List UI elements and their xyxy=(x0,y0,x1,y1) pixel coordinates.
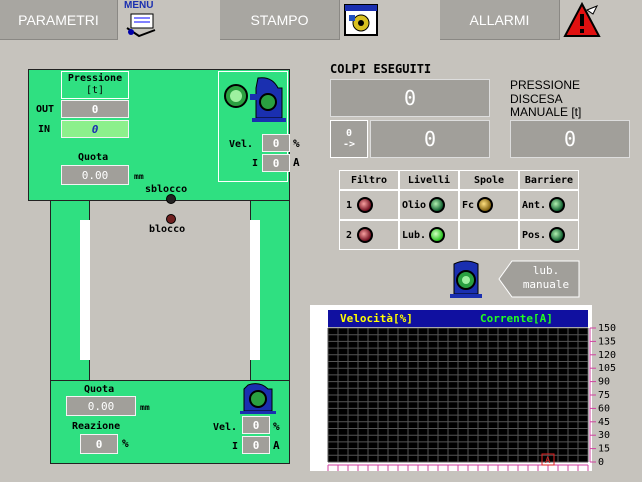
allarmi-button[interactable]: ALLARMI xyxy=(440,0,560,40)
pressione-label: Pressione xyxy=(67,73,123,84)
filtro-2-cell: 2 xyxy=(339,220,399,250)
y-tick-label: 60 xyxy=(598,403,610,414)
vel-unit: % xyxy=(293,137,300,150)
olio-led xyxy=(429,197,446,213)
lub-manuale-line1: lub. xyxy=(532,264,560,277)
stampo-icon-button[interactable] xyxy=(341,0,381,40)
pressione-discesa-field[interactable]: 0 xyxy=(510,120,630,158)
allarmi-icon-button[interactable] xyxy=(561,0,603,40)
lower-quota-unit: mm xyxy=(140,403,150,412)
in-label: IN xyxy=(38,124,51,135)
chart-svg: 1501351201059075604530150A xyxy=(327,323,616,471)
parametri-button[interactable]: PARAMETRI xyxy=(0,0,118,40)
lower-vel-unit: % xyxy=(273,420,280,433)
olio-cell: Olio xyxy=(399,190,459,220)
sblocco-label: sblocco xyxy=(145,184,188,195)
reazione-field: 0 xyxy=(80,434,118,454)
fc-label: Fc xyxy=(462,199,475,211)
pressione-discesa-line1: PRESSIONE xyxy=(510,78,581,92)
pos-label: Pos. xyxy=(522,229,547,241)
y-tick-label: 45 xyxy=(598,417,610,428)
right-guide xyxy=(250,220,260,360)
reazione-unit: % xyxy=(122,437,129,450)
y-tick-label: 105 xyxy=(598,363,616,374)
filtro-1-led xyxy=(357,197,374,213)
header-filtro: Filtro xyxy=(339,170,399,190)
olio-label: Olio xyxy=(402,199,427,211)
lower-motor-icon xyxy=(240,383,276,414)
pressione-unit: [t] xyxy=(85,85,105,96)
lower-quota-field: 0.00 xyxy=(66,396,136,416)
vel-label: Vel. xyxy=(229,139,254,150)
lub-pump-icon xyxy=(450,260,482,298)
chart-marker-label: A xyxy=(545,456,551,466)
y-tick-label: 0 xyxy=(598,457,604,468)
stampo-icon xyxy=(344,4,378,36)
y-tick-label: 90 xyxy=(598,377,610,388)
y-tick-label: 150 xyxy=(598,323,616,334)
quota-field: 0.00 xyxy=(61,165,129,185)
pressione-header: Pressione [t] xyxy=(61,71,129,99)
pressione-out-field: 0 xyxy=(61,100,129,118)
blocco-label: blocco xyxy=(149,224,186,235)
menu-icon xyxy=(126,13,156,38)
lub-manuale-line2: manuale xyxy=(522,278,570,291)
pos-led xyxy=(549,227,566,243)
lower-i-field: 0 xyxy=(242,436,270,454)
vel-field: 0 xyxy=(262,134,290,152)
menu-button[interactable]: MENU xyxy=(120,0,162,40)
menu-label: MENU xyxy=(124,0,154,11)
i-field: 0 xyxy=(262,154,290,172)
pos-cell: Pos. xyxy=(519,220,579,250)
colpi-total-field: 0 xyxy=(330,79,490,117)
y-tick-label: 135 xyxy=(598,336,616,347)
reazione-label: Reazione xyxy=(72,421,121,432)
reset-label-top: 0 xyxy=(345,128,353,139)
reset-label-bottom: -> xyxy=(342,139,356,150)
left-guide xyxy=(80,220,90,360)
y-tick-label: 120 xyxy=(598,350,616,361)
y-tick-label: 75 xyxy=(598,390,610,401)
lub-manuale-button[interactable]: lub. manuale xyxy=(498,260,580,298)
quota-label: Quota xyxy=(78,152,109,163)
lub-label: Lub. xyxy=(402,229,427,241)
blocco-indicator xyxy=(166,214,176,224)
fc-cell: Fc xyxy=(459,190,519,220)
filtro-1-label: 1 xyxy=(346,199,353,211)
lower-vel-label: Vel. xyxy=(213,422,238,433)
lub-cell: Lub. xyxy=(399,220,459,250)
pressione-discesa-line3: MANUALE [t] xyxy=(510,105,582,119)
lower-i-label: I xyxy=(232,441,239,452)
header-barriere: Barriere xyxy=(519,170,579,190)
filtro-1-cell: 1 xyxy=(339,190,399,220)
spole-empty-cell xyxy=(459,220,519,250)
filtro-2-led xyxy=(357,227,374,243)
ant-cell: Ant. xyxy=(519,190,579,220)
warning-icon xyxy=(563,2,601,37)
pressione-in-field[interactable]: 0 xyxy=(61,120,129,138)
colpi-title: COLPI ESEGUITI xyxy=(330,62,432,76)
header-livelli: Livelli xyxy=(399,170,459,190)
lower-vel-field: 0 xyxy=(242,416,270,434)
colpi-reset-button[interactable]: 0 -> xyxy=(330,120,368,158)
quota-unit: mm xyxy=(134,172,144,181)
colpi-partial-field: 0 xyxy=(370,120,490,158)
y-tick-label: 15 xyxy=(598,444,610,455)
fc-led xyxy=(477,197,494,213)
lower-quota-label: Quota xyxy=(84,384,115,395)
i-label: I xyxy=(252,158,259,169)
lub-led xyxy=(429,227,446,243)
lower-i-unit: A xyxy=(273,439,280,452)
ant-led xyxy=(549,197,566,213)
y-tick-label: 30 xyxy=(598,430,610,441)
filtro-2-label: 2 xyxy=(346,229,353,241)
sblocco-indicator xyxy=(166,194,176,204)
header-spole: Spole xyxy=(459,170,519,190)
motor-icon xyxy=(224,77,286,122)
ant-label: Ant. xyxy=(522,199,547,211)
pressione-discesa-line2: DISCESA xyxy=(510,92,563,106)
out-label: OUT xyxy=(36,104,55,115)
stampo-button[interactable]: STAMPO xyxy=(220,0,340,40)
i-unit: A xyxy=(293,156,300,169)
